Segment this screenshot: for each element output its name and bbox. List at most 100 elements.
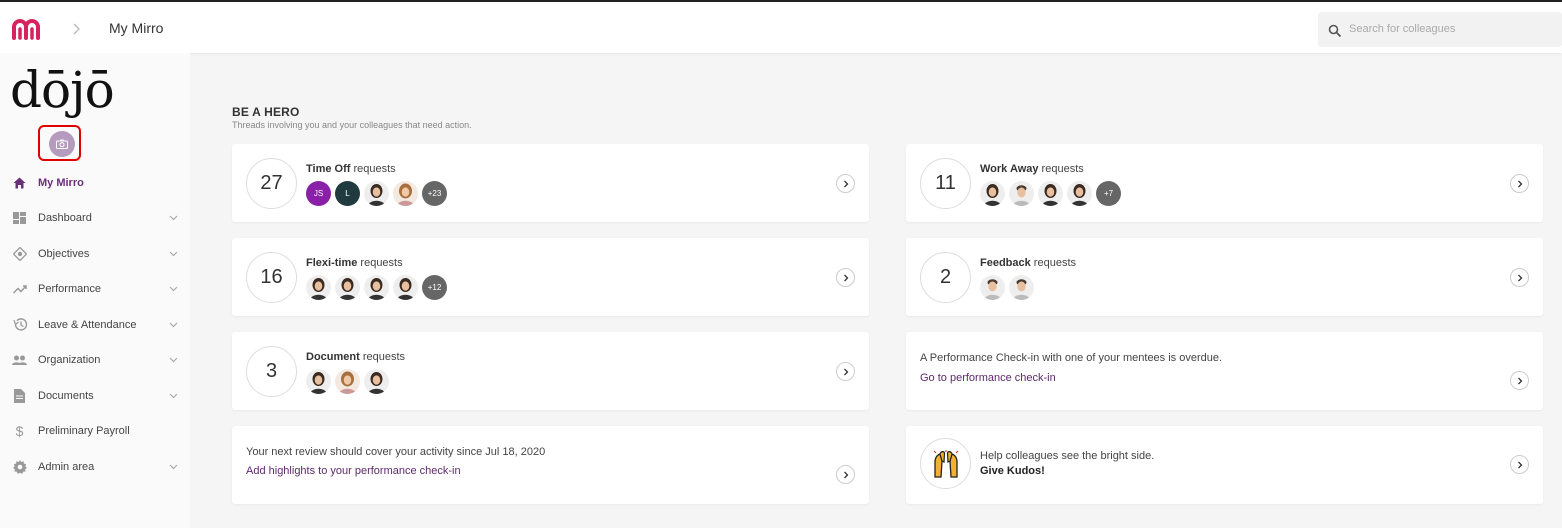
chevron-right-icon	[1517, 274, 1522, 281]
sidebar-item-objectives[interactable]: Objectives	[0, 236, 190, 272]
request-count: 3	[246, 346, 297, 397]
upload-photo-button[interactable]	[49, 131, 75, 157]
avatar-group	[306, 369, 393, 394]
sidebar-item-dashboard[interactable]: Dashboard	[0, 201, 190, 237]
chevron-right-icon	[843, 368, 848, 375]
flexi-time-card[interactable]: 16 Flexi-time requests +12	[232, 238, 869, 316]
review-card[interactable]: Your next review should cover your activ…	[232, 426, 869, 504]
card-title: Document requests	[306, 351, 406, 363]
sidebar-item-my-mirro[interactable]: My Mirro	[0, 165, 190, 201]
avatar	[980, 275, 1005, 300]
sidebar-item-label: Admin area	[38, 460, 95, 473]
avatar	[364, 181, 389, 206]
document-icon	[12, 388, 27, 403]
sidebar-nav: My Mirro Dashboard Objectives Performanc…	[0, 165, 190, 485]
company-logo: dōjō	[10, 61, 115, 119]
card-title: Time Off requests	[306, 163, 396, 175]
avatar: L	[335, 181, 360, 206]
mirro-logo-icon[interactable]	[11, 18, 43, 40]
trending-icon	[12, 282, 27, 297]
give-kudos-link[interactable]: Give Kudos!	[980, 465, 1045, 477]
kudos-message: Help colleagues see the bright side.	[980, 450, 1155, 462]
chevron-right-icon	[843, 471, 848, 478]
open-button[interactable]	[1510, 268, 1529, 287]
avatar	[335, 369, 360, 394]
review-message: Your next review should cover your activ…	[246, 446, 546, 458]
avatar-group	[980, 275, 1038, 300]
camera-icon	[56, 139, 68, 149]
sidebar-item-leave-attendance[interactable]: Leave & Attendance	[0, 307, 190, 343]
avatar	[306, 275, 331, 300]
open-button[interactable]	[836, 174, 855, 193]
chevron-right-icon	[1517, 461, 1522, 468]
add-highlights-link[interactable]: Add highlights to your performance check…	[246, 465, 461, 477]
kudos-card[interactable]: Help colleagues see the bright side. Giv…	[906, 426, 1543, 504]
chevron-down-icon	[169, 215, 178, 221]
avatar	[335, 275, 360, 300]
time-off-card[interactable]: 27 Time Off requests JS L +23	[232, 144, 869, 222]
avatar-group: +12	[306, 275, 451, 300]
chevron-down-icon	[169, 322, 178, 328]
request-count: 27	[246, 158, 297, 209]
open-button[interactable]	[836, 465, 855, 484]
chevron-right-icon	[1517, 180, 1522, 187]
avatar	[393, 275, 418, 300]
sidebar-item-label: Objectives	[38, 247, 90, 260]
avatar	[393, 181, 418, 206]
card-title: Flexi-time requests	[306, 257, 403, 269]
chevron-down-icon	[169, 286, 178, 292]
performance-checkin-card[interactable]: A Performance Check-in with one of your …	[906, 332, 1543, 410]
avatar	[306, 369, 331, 394]
open-button[interactable]	[1510, 455, 1529, 474]
avatar	[1038, 181, 1063, 206]
sidebar-item-label: Organization	[38, 354, 101, 367]
request-count: 16	[246, 252, 297, 303]
people-icon	[12, 353, 27, 368]
breadcrumb-title: My Mirro	[109, 20, 164, 36]
document-card[interactable]: 3 Document requests	[232, 332, 869, 410]
open-button[interactable]	[836, 268, 855, 287]
avatar	[1009, 275, 1034, 300]
search-box[interactable]	[1318, 12, 1562, 47]
chevron-down-icon	[169, 393, 178, 399]
search-input[interactable]	[1349, 20, 1549, 38]
upload-photo-highlight	[38, 125, 81, 161]
chevron-right-icon	[1517, 377, 1522, 384]
open-button[interactable]	[836, 362, 855, 381]
sidebar-item-label: Dashboard	[38, 212, 92, 225]
objectives-icon	[12, 246, 27, 261]
more-avatars-badge: +12	[422, 275, 447, 300]
avatar	[1067, 181, 1092, 206]
sidebar: dōjō My Mirro Dashboard Objectives Perfo…	[0, 53, 190, 528]
avatar	[980, 181, 1005, 206]
dashboard-icon	[12, 211, 27, 226]
sidebar-item-preliminary-payroll[interactable]: $ Preliminary Payroll	[0, 414, 190, 450]
gear-icon	[12, 459, 27, 474]
history-icon	[12, 317, 27, 332]
work-away-card[interactable]: 11 Work Away requests +7	[906, 144, 1543, 222]
kudos-hands-icon	[933, 449, 958, 478]
sidebar-item-label: My Mirro	[38, 176, 84, 189]
checkin-message: A Performance Check-in with one of your …	[920, 352, 1223, 364]
section-title: BE A HERO	[232, 105, 300, 119]
sidebar-item-organization[interactable]: Organization	[0, 343, 190, 379]
card-title: Work Away requests	[980, 163, 1084, 175]
sidebar-item-documents[interactable]: Documents	[0, 378, 190, 414]
sidebar-item-label: Leave & Attendance	[38, 318, 137, 331]
open-button[interactable]	[1510, 174, 1529, 193]
chevron-down-icon	[169, 251, 178, 257]
avatar-group: +7	[980, 181, 1125, 206]
chevron-down-icon	[169, 357, 178, 363]
go-to-checkin-link[interactable]: Go to performance check-in	[920, 372, 1056, 384]
chevron-right-icon	[843, 180, 848, 187]
avatar: JS	[306, 181, 331, 206]
open-button[interactable]	[1510, 371, 1529, 390]
breadcrumb-chevron-icon	[73, 23, 80, 35]
avatar	[364, 369, 389, 394]
feedback-card[interactable]: 2 Feedback requests	[906, 238, 1543, 316]
sidebar-item-label: Preliminary Payroll	[38, 425, 130, 438]
kudos-icon-circle	[920, 438, 971, 489]
sidebar-item-admin-area[interactable]: Admin area	[0, 449, 190, 485]
chevron-right-icon	[843, 274, 848, 281]
sidebar-item-performance[interactable]: Performance	[0, 272, 190, 308]
